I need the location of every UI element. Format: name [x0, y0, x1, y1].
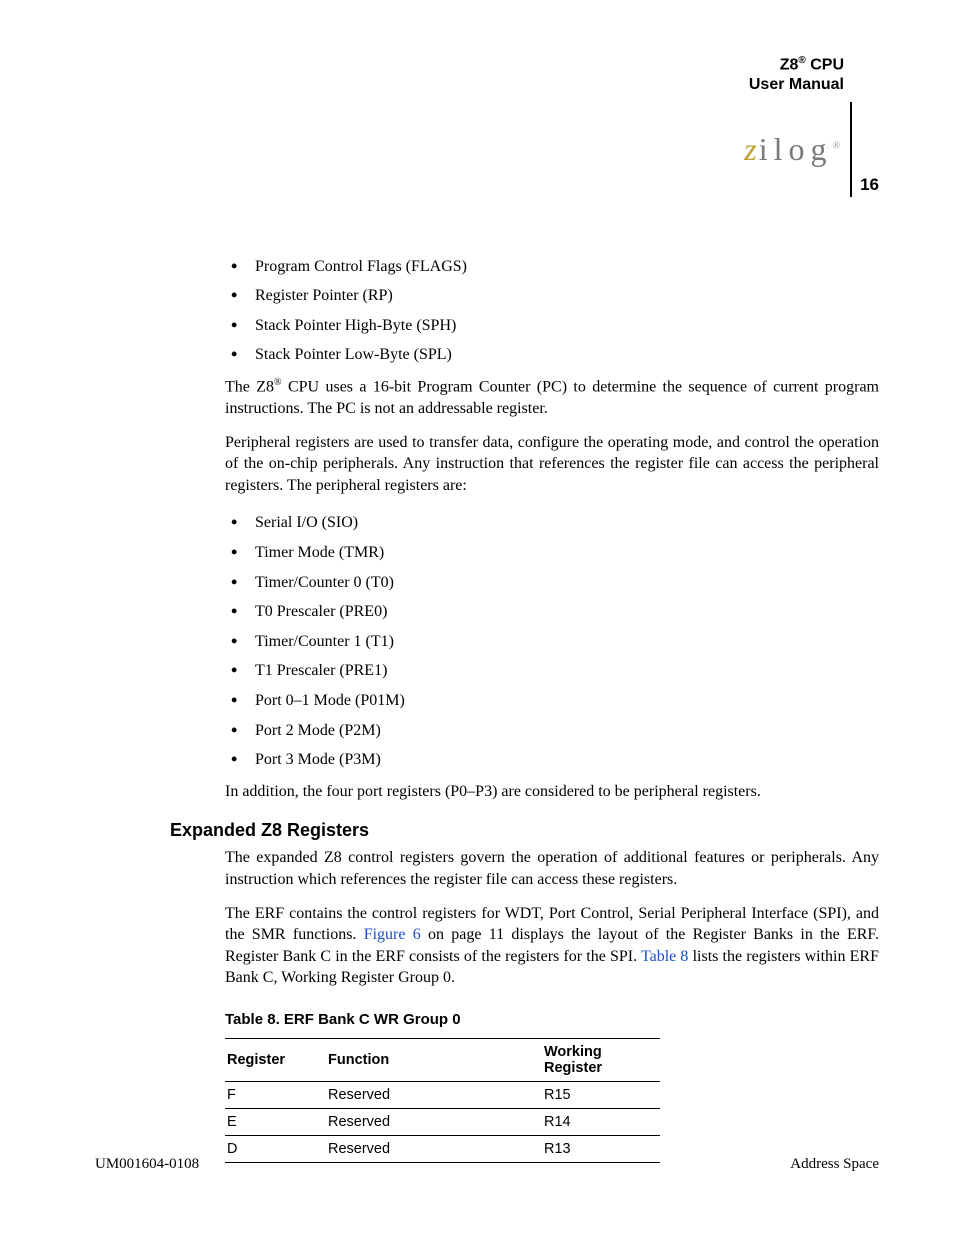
paragraph: In addition, the four port registers (P0… — [225, 781, 879, 803]
text: CPU uses a 16-bit Program Counter (PC) t… — [225, 378, 879, 417]
body-content: Program Control Flags (FLAGS) Register P… — [225, 252, 879, 1163]
list-item: Serial I/O (SIO) — [225, 508, 879, 538]
list-item: Timer/Counter 0 (T0) — [225, 568, 879, 598]
page-footer: UM001604-0108 Address Space — [95, 1156, 879, 1173]
footer-section: Address Space — [790, 1156, 879, 1173]
section-heading: Expanded Z8 Registers — [170, 820, 879, 841]
doc-title-line2: User Manual — [95, 75, 844, 94]
list-item: Register Pointer (RP) — [225, 281, 879, 311]
link-figure-6[interactable]: Figure 6 — [364, 926, 421, 943]
text: The Z8 — [225, 378, 274, 395]
title-post: CPU — [806, 56, 844, 73]
cell-register: F — [225, 1081, 326, 1108]
list-item: Stack Pointer High-Byte (SPH) — [225, 311, 879, 341]
list-control-regs: Program Control Flags (FLAGS) Register P… — [225, 252, 879, 370]
paragraph: The ERF contains the control registers f… — [225, 903, 879, 989]
th-register: Register — [225, 1038, 326, 1081]
page-header: Z8® CPU User Manual zilog® 16 — [95, 55, 879, 197]
logo-row: zilog® 16 — [95, 102, 879, 197]
list-item: Port 2 Mode (P2M) — [225, 716, 879, 746]
logo-text: ilog — [759, 131, 833, 167]
list-item: T0 Prescaler (PRE0) — [225, 597, 879, 627]
table-caption: Table 8. ERF Bank C WR Group 0 — [225, 1011, 879, 1028]
list-item: Port 3 Mode (P3M) — [225, 745, 879, 775]
erf-bank-c-table: Register Function Working Register F Res… — [225, 1038, 660, 1163]
header-divider — [850, 102, 852, 197]
link-table-8[interactable]: Table 8 — [641, 948, 688, 965]
list-item: Timer Mode (TMR) — [225, 538, 879, 568]
logo-z: z — [744, 131, 758, 167]
page: Z8® CPU User Manual zilog® 16 Program Co… — [0, 0, 954, 1235]
list-item: Program Control Flags (FLAGS) — [225, 252, 879, 282]
list-item: T1 Prescaler (PRE1) — [225, 656, 879, 686]
cell-working-register: R15 — [542, 1081, 660, 1108]
header-titles: Z8® CPU User Manual — [95, 55, 844, 94]
table-row: E Reserved R14 — [225, 1108, 660, 1135]
table-row: F Reserved R15 — [225, 1081, 660, 1108]
th-working-register: Working Register — [542, 1038, 660, 1081]
list-peripheral-regs: Serial I/O (SIO) Timer Mode (TMR) Timer/… — [225, 508, 879, 774]
title-sup: ® — [798, 55, 805, 66]
cell-function: Reserved — [326, 1108, 542, 1135]
footer-doc-id: UM001604-0108 — [95, 1156, 199, 1173]
table-header-row: Register Function Working Register — [225, 1038, 660, 1081]
paragraph: The Z8® CPU uses a 16-bit Program Counte… — [225, 376, 879, 420]
paragraph: The expanded Z8 control registers govern… — [225, 847, 879, 890]
list-item: Stack Pointer Low-Byte (SPL) — [225, 340, 879, 370]
logo-reg: ® — [832, 140, 840, 151]
cell-function: Reserved — [326, 1081, 542, 1108]
zilog-logo: zilog® — [744, 131, 844, 168]
cell-register: E — [225, 1108, 326, 1135]
page-number: 16 — [860, 175, 879, 197]
paragraph: Peripheral registers are used to transfe… — [225, 432, 879, 497]
list-item: Timer/Counter 1 (T1) — [225, 627, 879, 657]
reg-mark: ® — [274, 377, 282, 388]
cell-working-register: R14 — [542, 1108, 660, 1135]
doc-title-line1: Z8® CPU — [95, 55, 844, 75]
th-function: Function — [326, 1038, 542, 1081]
list-item: Port 0–1 Mode (P01M) — [225, 686, 879, 716]
title-pre: Z8 — [780, 56, 799, 73]
